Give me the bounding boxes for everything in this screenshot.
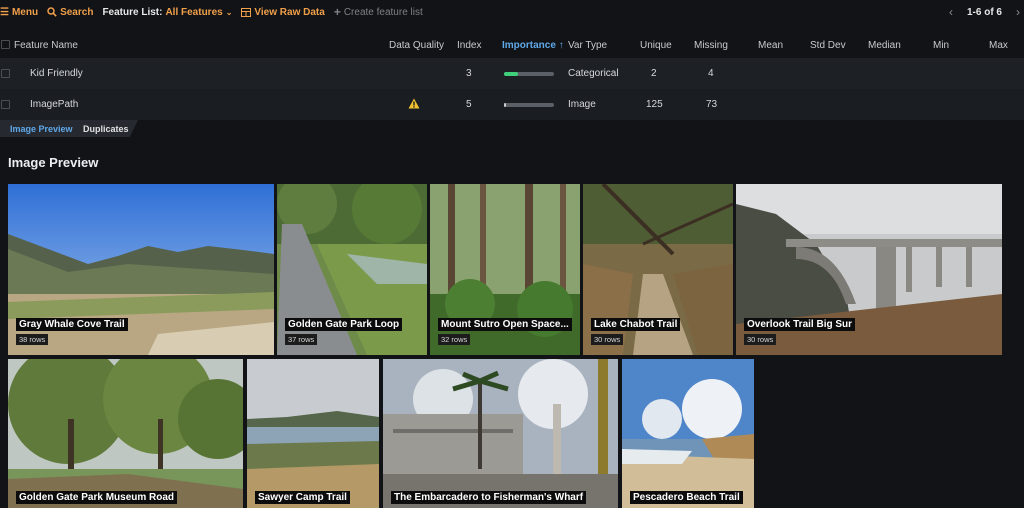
image-thumbnail <box>8 359 243 508</box>
col-missing[interactable]: Missing <box>694 40 728 51</box>
tile-label: Sawyer Camp Trail <box>255 491 350 504</box>
col-median[interactable]: Median <box>868 40 901 51</box>
tile-row-count: 30 rows <box>744 334 777 345</box>
sort-arrow-icon: ↑ <box>558 40 564 51</box>
importance-bar <box>504 103 554 107</box>
image-tile[interactable]: Pescadero Beach Trail <box>622 359 754 508</box>
col-mean[interactable]: Mean <box>758 40 783 51</box>
tab-duplicates[interactable]: Duplicates <box>83 124 129 134</box>
table-row[interactable]: ImagePath 5 Image 125 73 <box>0 89 1024 120</box>
image-tile[interactable]: Lake Chabot Trail 30 rows <box>583 184 733 355</box>
table-row[interactable]: Kid Friendly 3 Categorical 2 4 <box>0 58 1024 89</box>
search-button[interactable]: Search <box>47 7 93 18</box>
col-var-type[interactable]: Var Type <box>568 40 607 51</box>
image-tile[interactable]: Sawyer Camp Trail <box>247 359 379 508</box>
feature-list-label: Feature List: <box>102 6 163 18</box>
feature-var-type: Image <box>568 99 596 110</box>
toolbar: ☰ Menu Search Feature List: All Features… <box>0 0 1024 24</box>
menu-label: Menu <box>11 6 39 18</box>
image-tile[interactable]: Golden Gate Park Museum Road <box>8 359 243 508</box>
feature-missing: 73 <box>706 99 718 110</box>
image-preview-title: Image Preview <box>8 155 99 170</box>
image-tile[interactable]: The Embarcadero to Fisherman's Wharf <box>383 359 618 508</box>
feature-var-type: Categorical <box>568 68 619 79</box>
tile-row-count: 32 rows <box>438 334 471 345</box>
image-thumbnail <box>622 359 754 508</box>
pagination: ‹ 1-6 of 6 › <box>949 0 1024 24</box>
image-tile[interactable]: Overlook Trail Big Sur 30 rows <box>736 184 1002 355</box>
col-max[interactable]: Max <box>989 40 1008 51</box>
table-header: Feature Name Data Quality Index Importan… <box>0 32 1024 58</box>
create-list-label: Create feature list <box>343 6 423 18</box>
feature-missing: 4 <box>708 68 714 79</box>
tile-label: The Embarcadero to Fisherman's Wharf <box>391 491 587 504</box>
tile-label: Golden Gate Park Museum Road <box>16 491 178 504</box>
col-data-quality[interactable]: Data Quality <box>389 40 444 51</box>
image-tile[interactable]: Golden Gate Park Loop 37 rows <box>277 184 427 355</box>
view-raw-data-button[interactable]: View Raw Data <box>241 6 325 18</box>
col-min[interactable]: Min <box>933 40 949 51</box>
detail-tabs: Image Preview Duplicates <box>0 120 1024 137</box>
importance-fill <box>504 72 518 76</box>
importance-fill <box>504 103 506 107</box>
image-thumbnail <box>383 359 618 508</box>
tab-image-preview[interactable]: Image Preview <box>10 124 73 134</box>
pagination-text: 1-6 of 6 <box>966 6 1002 18</box>
col-unique[interactable]: Unique <box>640 40 672 51</box>
feature-table: Feature Name Data Quality Index Importan… <box>0 32 1024 120</box>
search-label: Search <box>60 6 94 18</box>
row-checkbox[interactable] <box>1 69 10 78</box>
tile-label: Golden Gate Park Loop <box>285 318 403 331</box>
plus-icon: + <box>333 5 341 19</box>
chevron-left-icon[interactable]: ‹ <box>949 5 953 19</box>
feature-index: 5 <box>466 99 472 110</box>
col-importance-label: Importance <box>502 40 556 51</box>
menu-button[interactable]: ☰ Menu <box>0 7 38 18</box>
feature-name: Kid Friendly <box>30 68 83 79</box>
feature-name: ImagePath <box>30 99 79 110</box>
hamburger-icon: ☰ <box>0 6 9 18</box>
tile-label: Overlook Trail Big Sur <box>744 318 856 331</box>
warning-icon[interactable] <box>408 98 420 109</box>
tile-label: Pescadero Beach Trail <box>630 491 743 504</box>
chevron-down-icon: ⌄ <box>225 7 233 17</box>
chevron-right-icon[interactable]: › <box>1016 5 1020 19</box>
col-importance[interactable]: Importance ↑ <box>502 40 564 51</box>
feature-unique: 125 <box>646 99 663 110</box>
table-icon <box>241 7 252 17</box>
tile-label: Lake Chabot Trail <box>591 318 681 331</box>
search-icon <box>47 7 57 17</box>
col-index[interactable]: Index <box>457 40 481 51</box>
select-all-checkbox[interactable] <box>1 40 10 49</box>
row-checkbox[interactable] <box>1 100 10 109</box>
tile-row-count: 38 rows <box>16 334 49 345</box>
tile-label: Gray Whale Cove Trail <box>16 318 128 331</box>
tile-row-count: 37 rows <box>285 334 318 345</box>
create-feature-list-button[interactable]: + Create feature list <box>334 5 423 19</box>
image-tile[interactable]: Mount Sutro Open Space... 32 rows <box>430 184 580 355</box>
col-std-dev[interactable]: Std Dev <box>810 40 846 51</box>
image-tile[interactable]: Gray Whale Cove Trail 38 rows <box>8 184 274 355</box>
col-feature-name[interactable]: Feature Name <box>14 40 78 51</box>
view-raw-label: View Raw Data <box>254 6 325 18</box>
image-thumbnail <box>247 359 379 508</box>
tile-label: Mount Sutro Open Space... <box>438 318 572 331</box>
importance-bar <box>504 72 554 76</box>
feature-list-value: All Features <box>165 6 223 18</box>
feature-list-dropdown[interactable]: Feature List: All Features ⌄ <box>102 7 232 18</box>
feature-unique: 2 <box>651 68 657 79</box>
feature-index: 3 <box>466 68 472 79</box>
tile-row-count: 30 rows <box>591 334 624 345</box>
